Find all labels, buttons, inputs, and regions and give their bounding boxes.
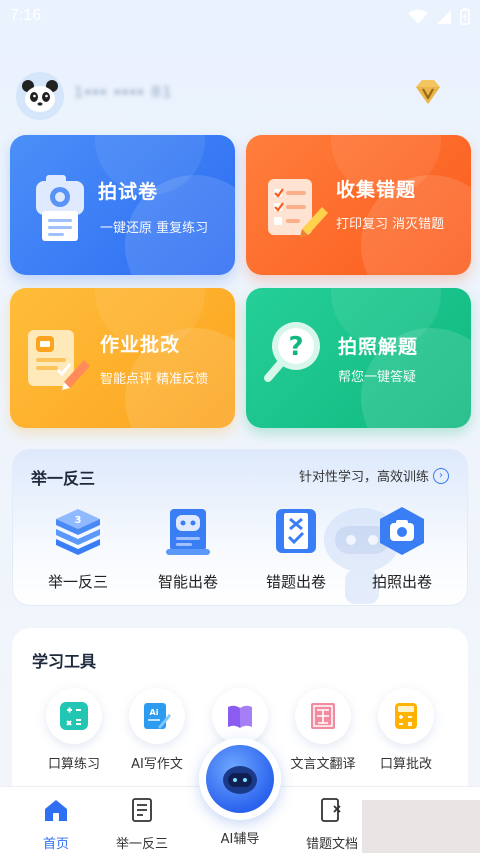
status-time: 7:16 <box>10 7 42 24</box>
tool-item-calc-correct[interactable]: 口算批改 <box>361 688 451 772</box>
tool-item-label: 文言文翻译 <box>290 757 356 772</box>
camera-icon <box>380 507 424 555</box>
status-bar: 7:16 <box>0 0 480 32</box>
tool-item-mental-math[interactable]: 口算练习 <box>29 688 119 772</box>
nav-label: AI辅导 <box>220 832 260 847</box>
calc-grid-icon <box>60 702 88 730</box>
list-doc-icon <box>132 798 152 822</box>
magnifier-question-icon: ? <box>264 322 320 382</box>
ai-tutor-button[interactable] <box>199 738 281 820</box>
link-text: 针对性学习，高效训练 <box>298 470 429 485</box>
card-subtitle: 智能点评 精准反馈 <box>100 372 209 387</box>
classical-text-icon <box>311 703 335 729</box>
card-title: 作业批改 <box>100 334 181 356</box>
svg-text:?: ? <box>288 332 303 362</box>
status-icons <box>408 8 470 25</box>
card-collect-wrong[interactable]: 收集错题 打印复习 消灭错题 <box>246 135 471 275</box>
tool-item-label: 口算练习 <box>47 757 100 772</box>
checklist-icon <box>268 179 328 237</box>
tool-item-label: AI写作文 <box>131 757 183 772</box>
nav-label: 首页 <box>42 837 69 852</box>
tool-item-label: 口算批改 <box>379 757 432 772</box>
avatar[interactable] <box>16 72 64 120</box>
robot-paper-icon <box>166 509 210 555</box>
homework-correct-icon <box>28 330 90 390</box>
wrong-doc-icon <box>321 798 341 822</box>
home-icon <box>45 800 67 821</box>
camera-paper-icon <box>36 175 84 241</box>
nav-home[interactable]: 首页 <box>8 797 104 852</box>
practice-section: 举一反三 针对性学习，高效训练 › 3 举一反三 智能出卷 错题出卷 拍照出卷 <box>12 449 468 606</box>
practice-more-link[interactable]: 针对性学习，高效训练 › <box>299 466 449 485</box>
stack-3-icon: 3 <box>56 509 100 555</box>
tool-item-ai-write[interactable]: Ai AI写作文 <box>112 688 202 772</box>
practice-item-label: 错题出卷 <box>265 573 326 591</box>
practice-item-label: 智能出卷 <box>157 573 218 591</box>
card-photo-paper[interactable]: 拍试卷 一键还原 重复练习 <box>10 135 235 275</box>
card-title: 拍试卷 <box>98 181 159 203</box>
card-subtitle: 帮您一键答疑 <box>338 370 417 385</box>
vip-diamond-icon[interactable] <box>412 76 444 108</box>
user-row[interactable]: 1▪▪▪ ▪▪▪▪ 81 <box>16 72 456 120</box>
panda-avatar-icon <box>16 72 64 120</box>
nav-practice[interactable]: 举一反三 <box>94 797 190 852</box>
corner-overlay <box>362 800 480 853</box>
tool-item-classical-translate[interactable]: 文言文翻译 <box>278 688 368 772</box>
card-homework-correct[interactable]: 作业批改 智能点评 精准反馈 <box>10 288 235 428</box>
wrong-paper-icon <box>276 509 316 553</box>
battery-icon <box>460 8 470 25</box>
svg-text:3: 3 <box>75 515 82 526</box>
card-subtitle: 一键还原 重复练习 <box>100 221 209 236</box>
calculator-icon <box>395 703 417 729</box>
practice-item-wrong-paper[interactable]: 错题出卷 <box>241 505 351 592</box>
username: 1▪▪▪ ▪▪▪▪ 81 <box>74 84 174 101</box>
card-photo-solve[interactable]: ? 拍照解题 帮您一键答疑 <box>246 288 471 428</box>
section-title: 举一反三 <box>31 469 96 488</box>
signal-icon <box>437 9 451 24</box>
practice-item-label: 拍照出卷 <box>371 573 432 591</box>
section-title: 学习工具 <box>32 652 97 671</box>
card-subtitle: 打印复习 消灭错题 <box>336 217 445 232</box>
book-icon <box>228 705 252 728</box>
chevron-right-icon: › <box>433 467 449 484</box>
practice-item-label: 举一反三 <box>47 573 108 591</box>
svg-text:Ai: Ai <box>150 708 159 717</box>
ai-robot-icon <box>223 766 257 794</box>
practice-item-photo-paper[interactable]: 拍照出卷 <box>347 505 457 592</box>
ai-write-icon: Ai <box>144 703 171 729</box>
card-title: 拍照解题 <box>338 336 419 358</box>
card-title: 收集错题 <box>336 179 417 201</box>
practice-item-similar[interactable]: 3 举一反三 <box>23 505 133 592</box>
practice-item-smart-paper[interactable]: 智能出卷 <box>133 505 243 592</box>
wifi-icon <box>408 9 428 24</box>
nav-label: 举一反三 <box>115 837 168 852</box>
